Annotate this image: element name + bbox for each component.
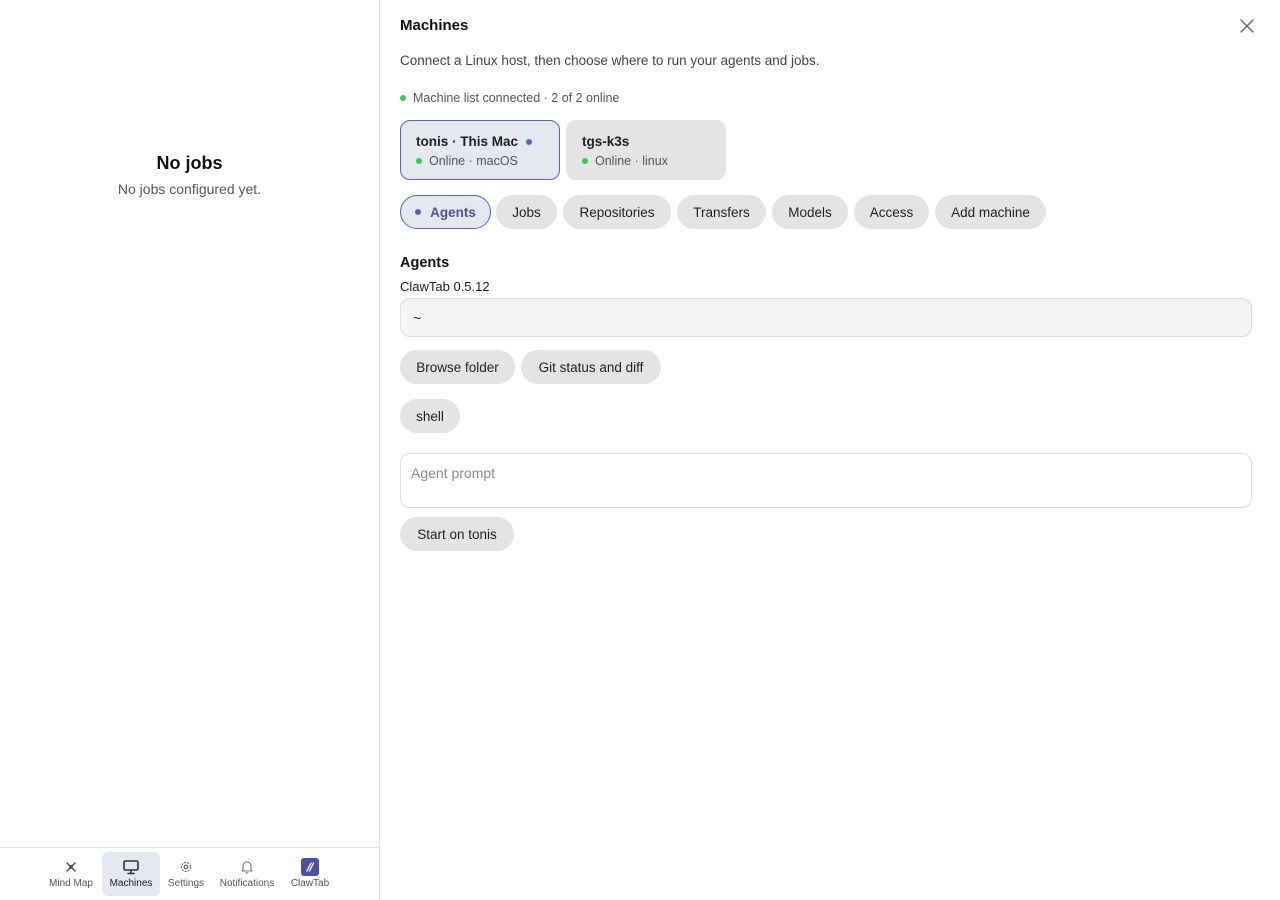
online-dot-icon — [582, 158, 588, 164]
connection-status-text: Machine list connected · 2 of 2 online — [413, 91, 620, 105]
monitor-icon — [123, 859, 139, 875]
add-machine-button[interactable]: Add machine — [935, 195, 1046, 229]
close-button[interactable] — [1238, 17, 1256, 35]
tab-access[interactable]: Access — [854, 195, 929, 229]
machine-status: Online · linux — [595, 154, 668, 168]
section-title: Agents — [400, 255, 450, 271]
panel-title: Machines — [400, 17, 469, 34]
gear-icon — [179, 859, 193, 875]
tab-label: Access — [869, 204, 914, 220]
button-label: Start on tonis — [417, 526, 497, 542]
machine-name-row: tgs-k3s — [582, 134, 710, 149]
start-agent-button[interactable]: Start on tonis — [400, 517, 514, 551]
tab-label: Repositories — [579, 204, 655, 220]
mind-map-icon — [64, 859, 78, 875]
button-label: Git status and diff — [538, 359, 644, 375]
tab-agents[interactable]: Agents — [400, 195, 491, 229]
tab-transfers[interactable]: Transfers — [677, 195, 766, 229]
machine-name: tgs-k3s — [582, 134, 630, 149]
nav-item-clawtab[interactable]: ClawTab — [286, 852, 334, 896]
version-label: ClawTab 0.5.12 — [400, 279, 490, 294]
bottom-nav: Mind Map Machines Settings Notifications — [0, 847, 379, 900]
machines-panel: Machines Connect a Linux host, then choo… — [380, 0, 1280, 900]
tab-repositories[interactable]: Repositories — [563, 195, 671, 229]
jobs-sidebar: No jobs No jobs configured yet. Mind Map… — [0, 0, 380, 900]
tab-label: Jobs — [512, 204, 541, 220]
close-icon — [1240, 19, 1254, 33]
empty-state: No jobs No jobs configured yet. — [0, 152, 379, 198]
nav-label-settings: Settings — [167, 878, 205, 889]
clawtab-logo-icon — [301, 858, 319, 876]
shell-button[interactable]: shell — [400, 399, 460, 433]
empty-state-subtitle: No jobs configured yet. — [117, 181, 262, 197]
nav-label-machines: Machines — [109, 878, 153, 889]
machine-status-row: Online · linux — [582, 154, 710, 168]
machine-card-tgs-k3s[interactable]: tgs-k3s Online · linux — [566, 120, 726, 180]
machine-card-tonis[interactable]: tonis · This Mac Online · macOS — [400, 120, 560, 180]
git-status-button[interactable]: Git status and diff — [521, 350, 661, 384]
browse-folder-button[interactable]: Browse folder — [400, 350, 515, 384]
active-tab-indicator-icon — [415, 209, 422, 215]
tab-models[interactable]: Models — [772, 195, 848, 229]
nav-label-mind-map: Mind Map — [49, 878, 93, 889]
tab-label: Models — [788, 204, 832, 220]
agent-prompt-input[interactable] — [400, 453, 1252, 508]
machine-status-row: Online · macOS — [416, 154, 544, 168]
nav-item-mind-map[interactable]: Mind Map — [44, 852, 98, 896]
connection-status: Machine list connected · 2 of 2 online — [400, 91, 619, 105]
tab-label: Add machine — [951, 204, 1030, 220]
nav-label-notifications: Notifications — [219, 878, 275, 889]
button-label: Browse folder — [416, 359, 499, 375]
machine-name-row: tonis · This Mac — [416, 134, 544, 149]
nav-item-notifications[interactable]: Notifications — [216, 852, 278, 896]
status-dot-icon — [400, 95, 406, 101]
tab-label: Agents — [430, 204, 476, 220]
bell-icon — [241, 859, 253, 875]
machine-status: Online · macOS — [429, 154, 518, 168]
tab-jobs[interactable]: Jobs — [496, 195, 557, 229]
selected-indicator-icon — [526, 138, 533, 145]
panel-subtitle: Connect a Linux host, then choose where … — [400, 53, 820, 68]
button-label: shell — [416, 408, 444, 424]
online-dot-icon — [416, 158, 422, 164]
tab-label: Transfers — [693, 204, 750, 220]
nav-item-machines[interactable]: Machines — [102, 852, 160, 896]
machine-name: tonis · This Mac — [416, 134, 519, 149]
nav-item-settings[interactable]: Settings — [164, 852, 208, 896]
nav-label-clawtab: ClawTab — [290, 878, 330, 889]
empty-state-title: No jobs — [156, 153, 223, 173]
working-directory-input[interactable] — [400, 298, 1252, 337]
